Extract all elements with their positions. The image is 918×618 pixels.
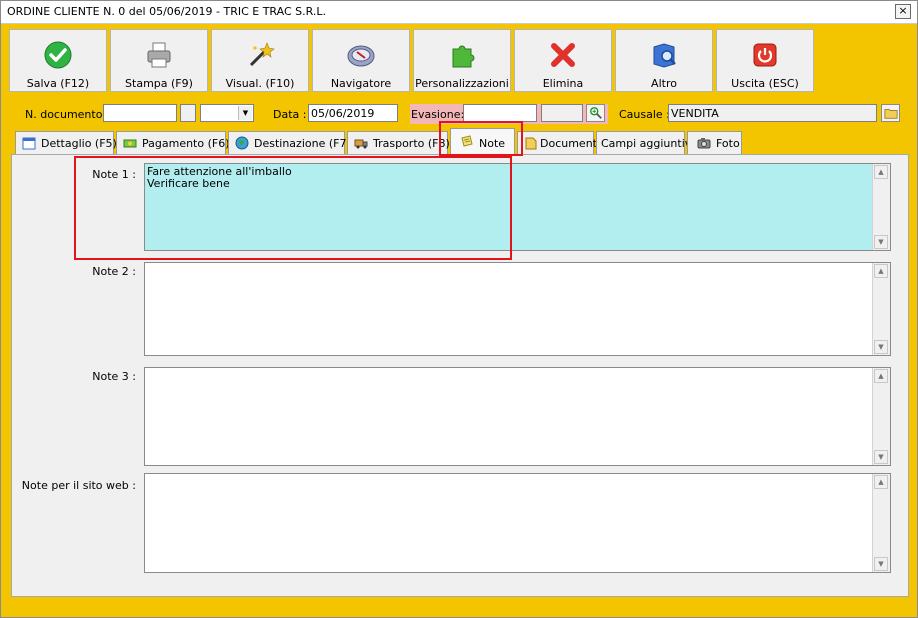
preview-button[interactable]: Visual. (F10) (211, 29, 309, 92)
evasione-extra-input[interactable] (541, 104, 583, 122)
navigator-button[interactable]: Navigatore (312, 29, 410, 92)
document-icon (525, 137, 537, 150)
tab-documenti[interactable]: Documenti (517, 131, 600, 154)
tab-documenti-label: Documenti (540, 137, 601, 150)
delete-x-icon (551, 43, 575, 67)
money-icon (123, 139, 137, 148)
order-window: ORDINE CLIENTE N. 0 del 05/06/2019 - TRI… (0, 0, 918, 618)
printer-icon (147, 42, 171, 68)
customize-button-label: Personalizzazioni (415, 77, 509, 90)
exit-button[interactable]: Uscita (ESC) (716, 29, 814, 92)
tab-foto[interactable]: Foto (687, 131, 742, 154)
web-note-label: Note per il sito web : (21, 479, 136, 492)
ndoc-spin-button[interactable] (180, 104, 196, 122)
ndoc-label: N. documento : (25, 108, 110, 121)
note3-textarea[interactable]: ▲ ▼ (144, 367, 891, 466)
tab-pagamento[interactable]: Pagamento (F6) (116, 131, 230, 154)
scroll-up-icon[interactable]: ▲ (874, 475, 888, 489)
title-bar: ORDINE CLIENTE N. 0 del 05/06/2019 - TRI… (1, 1, 917, 24)
tab-dettaglio-label: Dettaglio (F5) (41, 137, 117, 150)
chevron-down-icon[interactable]: ▼ (238, 106, 252, 120)
navigator-button-label: Navigatore (330, 77, 392, 90)
scroll-down-icon[interactable]: ▼ (874, 235, 888, 249)
tab-trasporto[interactable]: Trasporto (F8) (347, 131, 450, 154)
tab-campi-aggiuntivi-label: Campi aggiuntivi (601, 137, 695, 150)
window-title: ORDINE CLIENTE N. 0 del 05/06/2019 - TRI… (7, 5, 326, 18)
scroll-down-icon[interactable]: ▼ (874, 557, 888, 571)
camera-icon (697, 138, 711, 149)
web-note-textarea[interactable]: ▲ ▼ (144, 473, 891, 573)
evasione-input[interactable] (463, 104, 537, 122)
search-plus-icon (590, 107, 602, 119)
save-button[interactable]: Salva (F12) (9, 29, 107, 92)
calendar-icon (22, 137, 36, 150)
scroll-up-icon[interactable]: ▲ (874, 369, 888, 383)
scroll-down-icon[interactable]: ▼ (874, 340, 888, 354)
book-search-icon (653, 43, 676, 68)
puzzle-icon (452, 45, 475, 68)
tab-dettaglio[interactable]: Dettaglio (F5) (15, 131, 117, 154)
print-button-label: Stampa (F9) (125, 77, 193, 90)
check-icon (44, 41, 72, 69)
close-button[interactable]: × (895, 4, 911, 19)
scroll-up-icon[interactable]: ▲ (874, 165, 888, 179)
scroll-up-icon[interactable]: ▲ (874, 264, 888, 278)
series-select[interactable]: ▼ (200, 104, 254, 122)
ndoc-input[interactable] (103, 104, 177, 122)
more-button-label: Altro (651, 77, 677, 90)
note2-scrollbar[interactable]: ▲ ▼ (872, 263, 890, 355)
delete-button[interactable]: Elimina (514, 29, 612, 92)
tab-pagamento-label: Pagamento (F6) (142, 137, 230, 150)
tab-destinazione-label: Destinazione (F7) (254, 137, 351, 150)
folder-icon (884, 109, 898, 119)
data-label: Data : (273, 108, 307, 121)
preview-button-label: Visual. (F10) (225, 77, 295, 90)
causale-folder-button[interactable] (881, 104, 900, 122)
customize-button[interactable]: Personalizzazioni (413, 29, 511, 92)
tab-destinazione[interactable]: Destinazione (F7) (228, 131, 351, 154)
truck-icon (354, 139, 368, 149)
power-icon (753, 43, 777, 67)
evasione-label: Evasione: (411, 108, 465, 121)
note-tab-highlight (439, 121, 523, 156)
compass-icon (347, 45, 375, 67)
print-button[interactable]: Stampa (F9) (110, 29, 208, 92)
note1-highlight (74, 156, 512, 260)
tab-campi-aggiuntivi[interactable]: Campi aggiuntivi (596, 131, 694, 154)
note2-textarea[interactable]: ▲ ▼ (144, 262, 891, 356)
causale-label: Causale : (619, 108, 670, 121)
delete-button-label: Elimina (542, 77, 584, 90)
note1-scrollbar[interactable]: ▲ ▼ (872, 164, 890, 250)
web-note-scrollbar[interactable]: ▲ ▼ (872, 474, 890, 572)
causale-input[interactable]: VENDITA (668, 104, 877, 122)
search-button[interactable] (586, 104, 605, 122)
globe-icon (235, 136, 249, 150)
note3-label: Note 3 : (92, 370, 136, 383)
exit-button-label: Uscita (ESC) (731, 77, 799, 90)
note2-label: Note 2 : (92, 265, 136, 278)
scroll-down-icon[interactable]: ▼ (874, 450, 888, 464)
date-input[interactable]: 05/06/2019 (308, 104, 398, 122)
save-button-label: Salva (F12) (26, 77, 90, 90)
tab-foto-label: Foto (716, 137, 740, 150)
magic-wand-icon (249, 42, 275, 67)
more-button[interactable]: Altro (615, 29, 713, 92)
note3-scrollbar[interactable]: ▲ ▼ (872, 368, 890, 465)
